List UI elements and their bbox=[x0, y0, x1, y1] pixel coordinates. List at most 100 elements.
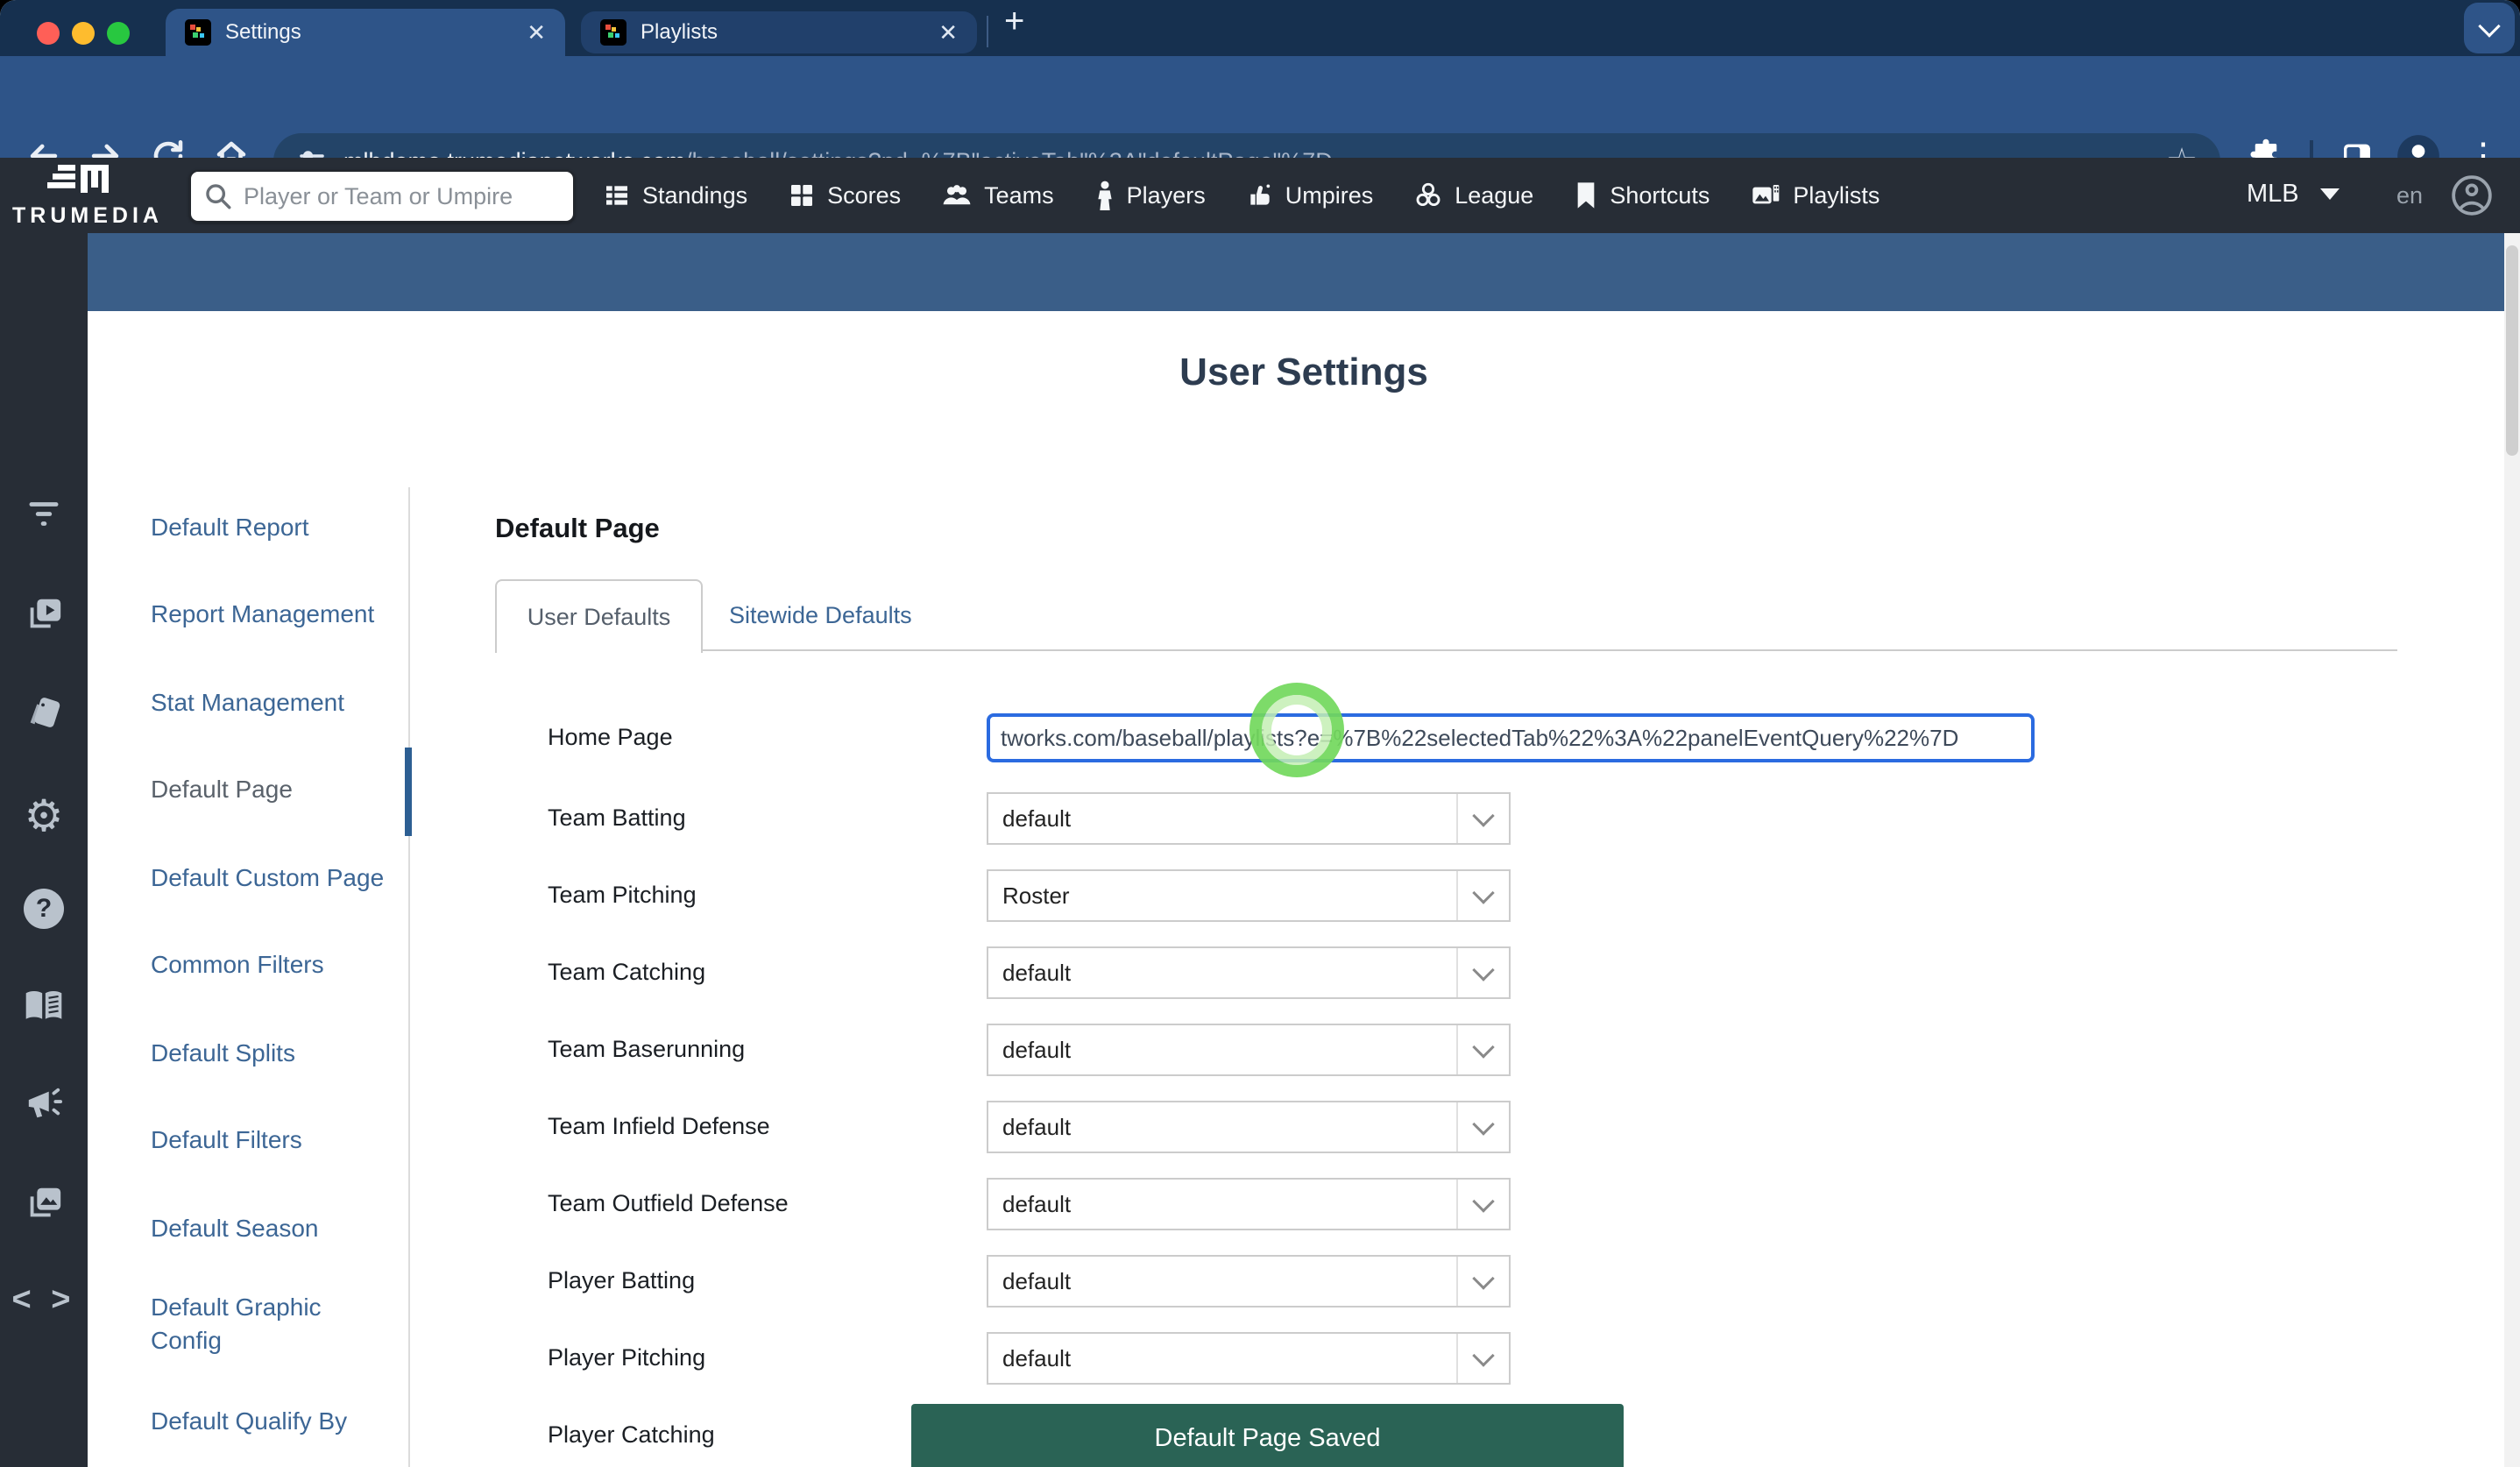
nav-items: Standings Scores Teams Players Umpires L… bbox=[603, 158, 1879, 233]
standings-icon bbox=[603, 181, 631, 209]
settings-menu-divider bbox=[408, 487, 410, 1467]
help-icon[interactable]: ? bbox=[0, 889, 88, 929]
tab-search-button[interactable] bbox=[2464, 3, 2515, 53]
menu-default-custom-page[interactable]: Default Custom Page bbox=[151, 861, 396, 895]
media-gallery-icon[interactable] bbox=[0, 1183, 88, 1223]
embed-code-icon[interactable]: < > bbox=[0, 1281, 88, 1319]
browser-toolbar: mlbdemo.trumedianetworks.com/baseball/se… bbox=[0, 56, 2520, 159]
field-label-home-page: Home Page bbox=[548, 724, 673, 751]
trumedia-logo-icon[interactable] bbox=[44, 163, 131, 205]
click-indicator bbox=[1249, 683, 1344, 777]
chevron-down-icon bbox=[1456, 1025, 1509, 1074]
search-input[interactable] bbox=[242, 182, 552, 211]
menu-default-report[interactable]: Default Report bbox=[151, 511, 396, 544]
menu-default-graphic-config[interactable]: Default Graphic Config bbox=[151, 1291, 361, 1357]
close-tab-icon[interactable]: ✕ bbox=[527, 19, 546, 46]
toast-notification: Default Page Saved bbox=[911, 1404, 1624, 1467]
league-selector[interactable]: MLB bbox=[2247, 180, 2339, 209]
page-header-band bbox=[88, 233, 2520, 311]
field-label-player-catching: Player Catching bbox=[548, 1421, 715, 1449]
home-page-input[interactable] bbox=[990, 717, 2031, 759]
teams-icon bbox=[941, 181, 973, 209]
players-icon bbox=[1094, 181, 1115, 210]
chevron-down-icon bbox=[2320, 188, 2339, 200]
tab-settings[interactable]: Settings ✕ bbox=[166, 9, 565, 56]
nav-players[interactable]: Players bbox=[1094, 181, 1206, 210]
shortcuts-icon bbox=[1574, 181, 1598, 209]
umpires-icon bbox=[1246, 181, 1274, 209]
menu-default-qualify-by[interactable]: Default Qualify By bbox=[151, 1405, 396, 1438]
team-pitching-select[interactable]: Roster bbox=[987, 869, 1511, 922]
browser-window: Settings ✕ Playlists ✕ + bbox=[0, 0, 2520, 1467]
team-outfield-defense-select[interactable]: default bbox=[987, 1178, 1511, 1230]
tab-title: Settings bbox=[225, 20, 301, 45]
settings-gear-icon[interactable]: ⚙ bbox=[0, 790, 88, 841]
nav-teams[interactable]: Teams bbox=[941, 181, 1054, 209]
scores-icon bbox=[788, 181, 816, 209]
field-label-player-batting: Player Batting bbox=[548, 1267, 695, 1294]
panel-heading: Default Page bbox=[495, 513, 660, 544]
account-icon[interactable] bbox=[2450, 174, 2494, 217]
nav-scores[interactable]: Scores bbox=[788, 181, 901, 209]
tab-title: Playlists bbox=[641, 20, 718, 45]
team-batting-select[interactable]: default bbox=[987, 792, 1511, 845]
menu-common-filters[interactable]: Common Filters bbox=[151, 948, 396, 982]
tab-sitewide-defaults[interactable]: Sitewide Defaults bbox=[729, 579, 912, 651]
close-tab-icon[interactable]: ✕ bbox=[938, 19, 958, 46]
chevron-down-icon bbox=[1456, 871, 1509, 920]
glossary-book-icon[interactable] bbox=[0, 987, 88, 1025]
site-nav: TRUMEDIA Standings Scores Teams Play bbox=[0, 158, 2520, 233]
menu-stat-management[interactable]: Stat Management bbox=[151, 686, 396, 719]
language-toggle[interactable]: en bbox=[2396, 182, 2423, 209]
home-page-input-wrap bbox=[987, 713, 2035, 762]
field-label-team-catching: Team Catching bbox=[548, 959, 705, 986]
page-scrollbar-thumb[interactable] bbox=[2506, 245, 2518, 456]
chevron-down-icon bbox=[1456, 794, 1509, 843]
filter-icon[interactable] bbox=[0, 496, 88, 531]
field-label-team-infield-defense: Team Infield Defense bbox=[548, 1113, 770, 1140]
tab-divider bbox=[987, 16, 988, 47]
search-icon bbox=[203, 181, 233, 211]
minimize-window-button[interactable] bbox=[72, 22, 95, 45]
team-infield-defense-select[interactable]: default bbox=[987, 1101, 1511, 1153]
menu-report-management[interactable]: Report Management bbox=[151, 598, 396, 631]
team-baserunning-select[interactable]: default bbox=[987, 1024, 1511, 1076]
trumedia-brand[interactable]: TRUMEDIA bbox=[0, 203, 175, 229]
nav-league[interactable]: League bbox=[1413, 181, 1533, 210]
nav-shortcuts[interactable]: Shortcuts bbox=[1574, 181, 1709, 209]
chevron-down-icon bbox=[1456, 1257, 1509, 1306]
chevron-down-icon bbox=[1456, 948, 1509, 997]
announcements-megaphone-icon[interactable] bbox=[0, 1085, 88, 1122]
nav-umpires[interactable]: Umpires bbox=[1246, 181, 1374, 209]
close-window-button[interactable] bbox=[37, 22, 60, 45]
site-favicon bbox=[185, 19, 211, 46]
menu-default-filters[interactable]: Default Filters bbox=[151, 1123, 396, 1157]
global-search[interactable] bbox=[189, 170, 575, 223]
player-pitching-select[interactable]: default bbox=[987, 1332, 1511, 1385]
field-label-team-outfield-defense: Team Outfield Defense bbox=[548, 1190, 789, 1217]
field-label-team-baserunning: Team Baserunning bbox=[548, 1036, 745, 1063]
tab-user-defaults[interactable]: User Defaults bbox=[495, 579, 703, 653]
page-title: User Settings bbox=[1041, 351, 1567, 394]
field-label-player-pitching: Player Pitching bbox=[548, 1344, 705, 1371]
new-tab-button[interactable]: + bbox=[1004, 2, 1024, 41]
menu-default-splits[interactable]: Default Splits bbox=[151, 1037, 396, 1070]
player-batting-select[interactable]: default bbox=[987, 1255, 1511, 1308]
swatches-icon[interactable] bbox=[0, 692, 88, 733]
nav-playlists[interactable]: Playlists bbox=[1750, 181, 1879, 209]
team-catching-select[interactable]: default bbox=[987, 946, 1511, 999]
playlists-icon bbox=[1750, 181, 1781, 209]
field-label-team-batting: Team Batting bbox=[548, 804, 686, 832]
tab-playlists[interactable]: Playlists ✕ bbox=[581, 11, 977, 53]
menu-default-season[interactable]: Default Season bbox=[151, 1212, 396, 1245]
field-label-team-pitching: Team Pitching bbox=[548, 882, 697, 909]
menu-default-page[interactable]: Default Page bbox=[151, 773, 396, 806]
zoom-window-button[interactable] bbox=[107, 22, 130, 45]
site-favicon bbox=[600, 19, 626, 46]
video-playlists-icon[interactable] bbox=[0, 594, 88, 634]
chevron-down-icon bbox=[1456, 1334, 1509, 1383]
league-icon bbox=[1413, 181, 1443, 210]
active-menu-indicator bbox=[405, 748, 412, 836]
tab-strip: Settings ✕ Playlists ✕ + bbox=[0, 0, 2520, 56]
nav-standings[interactable]: Standings bbox=[603, 181, 747, 209]
